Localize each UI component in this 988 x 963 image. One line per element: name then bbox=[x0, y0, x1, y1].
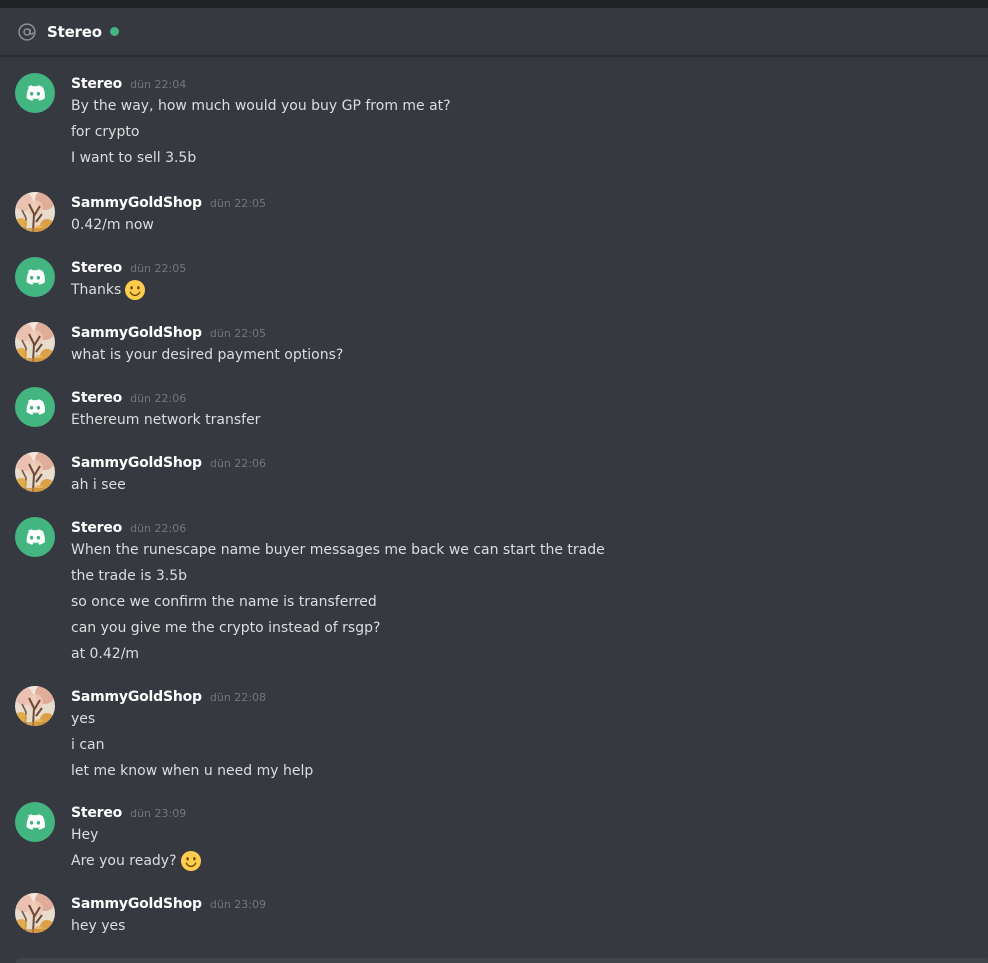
discord-default-avatar[interactable] bbox=[15, 517, 55, 557]
message-text: i can bbox=[71, 734, 105, 756]
message-text: let me know when u need my help bbox=[71, 760, 313, 782]
discord-default-avatar[interactable] bbox=[15, 257, 55, 297]
message-header: Stereo dün 22:05 bbox=[71, 257, 186, 279]
autumn-tree-avatar[interactable] bbox=[15, 452, 55, 492]
message-list: Stereo dün 22:04 By the way, how much woul… bbox=[0, 57, 988, 963]
message-text: can you give me the crypto instead of rs… bbox=[71, 617, 380, 639]
channel-header: Stereo bbox=[0, 8, 988, 56]
message-text-content: hey yes bbox=[71, 918, 126, 934]
message-text-content: Ethereum network transfer bbox=[71, 412, 261, 428]
message-input-edge[interactable] bbox=[16, 958, 988, 963]
autumn-tree-avatar[interactable] bbox=[15, 686, 55, 726]
online-status-icon bbox=[109, 27, 119, 36]
message-text: ah i see bbox=[71, 474, 126, 496]
message-text: so once we confirm the name is transferr… bbox=[71, 591, 377, 613]
message-text-content: let me know when u need my help bbox=[71, 763, 314, 779]
message-author[interactable]: SammyGoldShop bbox=[71, 893, 202, 915]
message-header: Stereo dün 22:06 bbox=[71, 517, 186, 539]
message-text: yes bbox=[71, 708, 95, 730]
message-text: Are you ready? bbox=[71, 850, 202, 872]
message-timestamp: dün 22:05 bbox=[209, 327, 266, 340]
message-header: SammyGoldShop dün 22:05 bbox=[71, 192, 266, 214]
message-text: for crypto bbox=[71, 121, 139, 143]
message-text: hey yes bbox=[71, 915, 125, 937]
message-text: Thanks bbox=[71, 279, 146, 301]
message-text-content: can you give me the crypto instead of rs… bbox=[71, 620, 381, 636]
message-text-content: 0.42/m now bbox=[71, 217, 154, 233]
at-sign-icon bbox=[16, 21, 38, 43]
message-author[interactable]: Stereo bbox=[71, 73, 122, 95]
message-timestamp: dün 23:09 bbox=[209, 898, 266, 911]
discord-default-avatar[interactable] bbox=[15, 73, 55, 113]
message-timestamp: dün 22:04 bbox=[130, 78, 187, 91]
autumn-tree-avatar[interactable] bbox=[15, 322, 55, 362]
message-timestamp: dün 22:06 bbox=[130, 392, 187, 405]
message-text-content: for crypto bbox=[71, 124, 140, 140]
message-header: SammyGoldShop dün 22:08 bbox=[71, 686, 266, 708]
message-text: Ethereum network transfer bbox=[71, 409, 260, 431]
discord-default-avatar[interactable] bbox=[15, 387, 55, 427]
message-timestamp: dün 22:05 bbox=[130, 262, 187, 275]
message-header: SammyGoldShop dün 22:05 bbox=[71, 322, 266, 344]
message-text: what is your desired payment options? bbox=[71, 344, 343, 366]
message-timestamp: dün 22:06 bbox=[209, 457, 266, 470]
autumn-tree-avatar[interactable] bbox=[15, 893, 55, 933]
message-text: I want to sell 3.5b bbox=[71, 147, 196, 169]
message-timestamp: dün 23:09 bbox=[130, 807, 187, 820]
message-header: Stereo dün 22:06 bbox=[71, 387, 186, 409]
message-text-content: the trade is 3.5b bbox=[71, 568, 187, 584]
message-text: When the runescape name buyer messages m… bbox=[71, 539, 605, 561]
message-author[interactable]: SammyGoldShop bbox=[71, 452, 202, 474]
message-timestamp: dün 22:08 bbox=[209, 691, 266, 704]
message-text-content: Hey bbox=[71, 827, 99, 843]
message-author[interactable]: Stereo bbox=[71, 387, 122, 409]
message-author[interactable]: SammyGoldShop bbox=[71, 322, 202, 344]
message-timestamp: dün 22:05 bbox=[209, 197, 266, 210]
message-text-content: By the way, how much would you buy GP fr… bbox=[71, 98, 451, 114]
message-author[interactable]: Stereo bbox=[71, 517, 122, 539]
message-text: By the way, how much would you buy GP fr… bbox=[71, 95, 451, 117]
message-author[interactable]: SammyGoldShop bbox=[71, 686, 202, 708]
message-text-content: When the runescape name buyer messages m… bbox=[71, 542, 605, 558]
discord-default-avatar[interactable] bbox=[15, 802, 55, 842]
message-text: at 0.42/m bbox=[71, 643, 139, 665]
message-author[interactable]: SammyGoldShop bbox=[71, 192, 202, 214]
message-text-content: Thanks bbox=[71, 282, 122, 298]
message-text-content: ah i see bbox=[71, 477, 126, 493]
message-text-content: Are you ready? bbox=[71, 853, 177, 869]
slightly-smiling-face-icon bbox=[180, 850, 202, 872]
message-text-content: at 0.42/m bbox=[71, 646, 140, 662]
autumn-tree-avatar[interactable] bbox=[15, 192, 55, 232]
window-top-strip bbox=[0, 0, 988, 8]
message-author[interactable]: Stereo bbox=[71, 257, 122, 279]
message-text-content: so once we confirm the name is transferr… bbox=[71, 594, 377, 610]
message-author[interactable]: Stereo bbox=[71, 802, 122, 824]
message-header: SammyGoldShop dün 23:09 bbox=[71, 893, 266, 915]
message-header: Stereo dün 22:04 bbox=[71, 73, 186, 95]
message-text: Hey bbox=[71, 824, 98, 846]
dm-recipient-name[interactable]: Stereo bbox=[47, 23, 102, 41]
message-text-content: yes bbox=[71, 711, 96, 727]
message-header: Stereo dün 23:09 bbox=[71, 802, 186, 824]
message-text-content: I want to sell 3.5b bbox=[71, 150, 197, 166]
message-timestamp: dün 22:06 bbox=[130, 522, 187, 535]
message-text: 0.42/m now bbox=[71, 214, 154, 236]
slightly-smiling-face-icon bbox=[124, 279, 146, 301]
message-header: SammyGoldShop dün 22:06 bbox=[71, 452, 266, 474]
message-text-content: what is your desired payment options? bbox=[71, 347, 344, 363]
message-text: the trade is 3.5b bbox=[71, 565, 187, 587]
message-text-content: i can bbox=[71, 737, 105, 753]
